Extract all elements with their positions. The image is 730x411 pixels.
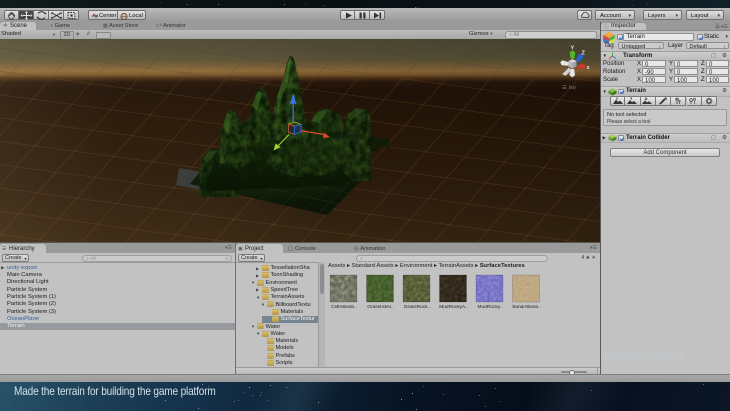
svg-text:Y: Y	[571, 45, 575, 51]
svg-text:☰ Iso: ☰ Iso	[562, 84, 576, 91]
